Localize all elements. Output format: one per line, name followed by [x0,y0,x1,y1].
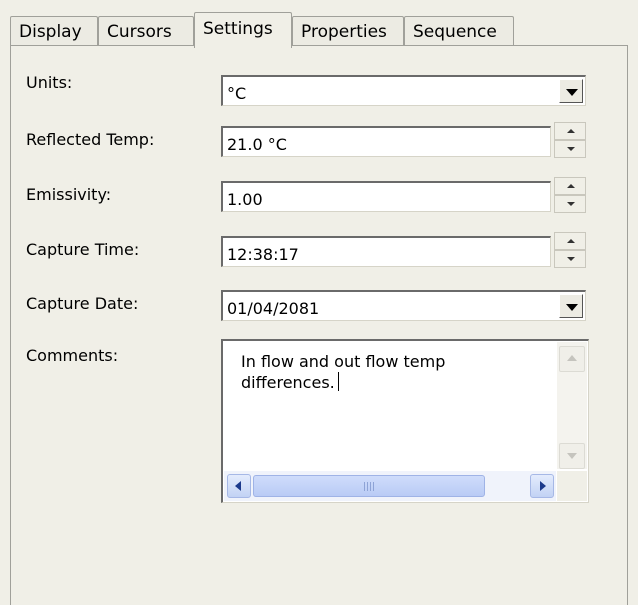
reflected-temp-value: 21.0 °C [227,135,287,154]
units-label: Units: [26,73,73,92]
capture-time-spinner[interactable] [554,232,586,268]
spin-up-icon[interactable] [554,232,586,250]
capture-date-label: Capture Date: [26,294,139,313]
tab-strip: Display Cursors Settings Properties Sequ… [10,10,628,48]
spin-up-icon[interactable] [554,177,586,195]
comments-textarea[interactable]: In flow and out flow temp differences. [221,339,589,503]
spin-down-icon[interactable] [554,250,586,268]
capture-date-dropdown[interactable]: 01/04/2081 [221,290,586,321]
units-dropdown[interactable]: °C [221,75,586,106]
spin-down-icon[interactable] [554,195,586,213]
comments-label: Comments: [26,346,119,365]
reflected-temp-label: Reflected Temp: [26,130,155,149]
tab-label: Sequence [413,22,497,42]
emissivity-value: 1.00 [227,190,263,209]
capture-time-value: 12:38:17 [227,245,299,264]
tab-label: Cursors [107,22,172,42]
tab-label: Properties [301,22,387,42]
capture-date-value: 01/04/2081 [227,299,320,318]
reflected-temp-spinner[interactable] [554,122,586,158]
tab-sequence[interactable]: Sequence [404,16,514,46]
tab-cursors[interactable]: Cursors [98,16,194,46]
tab-label: Settings [203,19,273,39]
capture-time-field[interactable]: 12:38:17 [221,236,551,267]
scroll-down-icon[interactable] [559,443,585,469]
vertical-scrollbar[interactable] [557,342,587,469]
dropdown-arrow-icon[interactable] [559,79,583,103]
grip-icon [364,482,374,491]
scroll-up-icon[interactable] [559,346,585,372]
text-caret [337,372,339,391]
emissivity-label: Emissivity: [26,185,112,204]
spin-down-icon[interactable] [554,140,586,158]
reflected-temp-field[interactable]: 21.0 °C [221,126,551,157]
tab-properties[interactable]: Properties [292,16,404,46]
capture-time-label: Capture Time: [26,240,140,259]
tab-settings[interactable]: Settings [194,12,292,48]
tab-label: Display [19,22,82,42]
units-value: °C [227,84,247,103]
spin-up-icon[interactable] [554,122,586,140]
dropdown-arrow-icon[interactable] [559,294,583,318]
emissivity-field[interactable]: 1.00 [221,181,551,212]
tab-display[interactable]: Display [10,16,98,46]
scroll-right-icon[interactable] [530,474,554,498]
scroll-left-icon[interactable] [227,474,251,498]
comments-value: In flow and out flow temp differences. [241,352,446,392]
horizontal-scroll-thumb[interactable] [253,475,485,497]
scrollbar-corner [557,471,587,501]
horizontal-scrollbar[interactable] [224,471,556,501]
comments-text: In flow and out flow temp differences. [241,351,531,393]
emissivity-spinner[interactable] [554,177,586,213]
